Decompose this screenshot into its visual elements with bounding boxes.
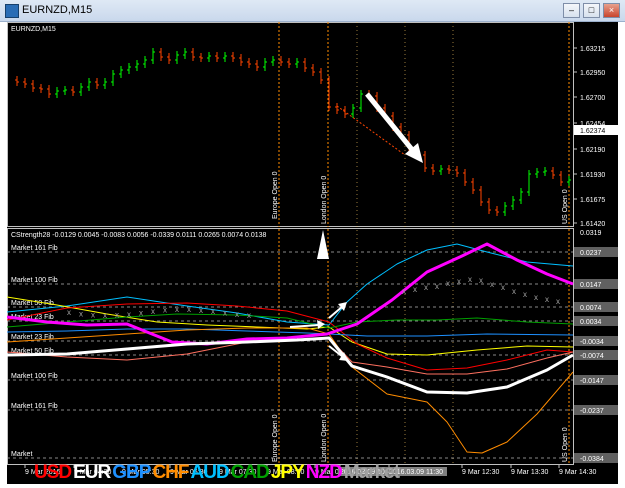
chart-window-icon — [5, 4, 19, 18]
fib-level-value: 0.0074 — [580, 305, 602, 312]
window-title: EURNZD,M15 — [22, 4, 93, 16]
market-marker: x — [556, 297, 560, 306]
title-bar[interactable]: EURNZD,M15 – □ × — [0, 0, 625, 22]
fib-level-value: -0.0074 — [580, 353, 604, 360]
nzd-strength-line — [7, 242, 574, 346]
market-marker: x — [435, 282, 439, 291]
main-pane-label: EURNZD,M15 — [11, 26, 56, 33]
market-marker: x — [402, 287, 406, 296]
session-label-indicator: US Open 0 — [562, 427, 569, 462]
fib-level-value: -0.0237 — [580, 408, 604, 415]
session-label-indicator: London Open 0 — [321, 414, 328, 462]
fib-level-value: -0.0384 — [580, 456, 604, 463]
eur-strength-line — [7, 336, 574, 395]
currency-label-cad: CAD — [230, 462, 270, 483]
chart-area[interactable]: EURNZD,M15 CStrength28 -0.0129 0.0045 -0… — [7, 22, 618, 484]
indicator-pane-label: CStrength28 -0.0129 0.0045 -0.0083 0.005… — [11, 232, 267, 239]
price-tick-label: 1.61930 — [580, 172, 605, 179]
white-arrow-left — [289, 324, 320, 328]
white-arrow-main — [365, 92, 416, 154]
time-tick-label: 9 Mar 13:30 — [511, 469, 548, 476]
currency-label-usd: USD — [34, 462, 72, 483]
aux-strength-line — [7, 337, 574, 375]
market-marker: x — [534, 293, 538, 302]
session-label-indicator: Europe Open 0 — [272, 414, 279, 462]
session-label-main: US Open 0 — [562, 189, 569, 224]
price-tick-label: 1.61420 — [580, 221, 605, 228]
market-marker: x — [151, 307, 155, 316]
market-marker: x — [512, 287, 516, 296]
currency-label-market: Market — [343, 462, 400, 483]
market-marker: x — [79, 309, 83, 318]
close-button[interactable]: × — [603, 3, 620, 18]
currency-label-chf: CHF — [152, 462, 189, 483]
current-price-label: 1.62374 — [580, 128, 605, 135]
gbp-strength-line — [7, 328, 574, 337]
indicator-top-value: 0.0319 — [580, 230, 602, 237]
time-tick-label: 9 Mar 12:30 — [462, 469, 499, 476]
market-marker: x — [479, 276, 483, 285]
time-tick-label: 9 Mar 14:30 — [559, 469, 596, 476]
price-tick-label: 1.62700 — [580, 95, 605, 102]
currency-label-aud: AUD — [190, 462, 230, 483]
price-tick-label: 1.62190 — [580, 147, 605, 154]
indicator-pane-border — [7, 228, 574, 465]
market-marker: x — [187, 305, 191, 314]
market-marker: x — [235, 310, 239, 319]
market-marker: x — [468, 275, 472, 284]
price-tick-label: 1.61675 — [580, 197, 605, 204]
fib-level-name: Market 161 Fib — [11, 245, 58, 252]
fib-level-name: Market 100 Fib — [11, 277, 58, 284]
currency-label-nzd: NZD — [305, 462, 343, 483]
fib-level-name: Market 161 Fib — [11, 403, 58, 410]
market-marker: x — [523, 290, 527, 299]
currency-label-eur: EUR — [73, 462, 111, 483]
fib-level-value: -0.0147 — [580, 378, 604, 385]
market-marker: x — [103, 311, 107, 320]
terminal-window: EURNZD,M15 – □ × EURNZD,M15 CStrength28 … — [0, 0, 625, 488]
white-arrow-up — [317, 230, 329, 259]
fib-level-name: Market 100 Fib — [11, 373, 58, 380]
session-label-main: Europe Open 0 — [272, 171, 279, 219]
market-marker: x — [211, 307, 215, 316]
market-marker: x — [67, 308, 71, 317]
market-marker: x — [247, 311, 251, 320]
currency-label-gbp: GBP — [112, 462, 151, 483]
market-marker: x — [501, 283, 505, 292]
market-marker: x — [175, 305, 179, 314]
market-marker: x — [424, 283, 428, 292]
price-tick-label: 1.62950 — [580, 70, 605, 77]
maximize-button[interactable]: □ — [583, 3, 600, 18]
fib-level-name: Market — [11, 451, 32, 458]
market-marker: x — [139, 308, 143, 317]
market-marker: x — [127, 310, 131, 319]
fib-level-value: 0.0147 — [580, 282, 602, 289]
price-tick-label: 1.63215 — [580, 46, 605, 53]
currency-legend: USD EUR GBP CHF AUD CAD JPY NZD Market — [34, 462, 401, 484]
fib-level-value: 0.0237 — [580, 250, 602, 257]
market-marker: x — [91, 311, 95, 320]
chart-canvas[interactable]: EURNZD,M15 CStrength28 -0.0129 0.0045 -0… — [7, 22, 618, 484]
market-marker: x — [199, 306, 203, 315]
market-marker: x — [115, 311, 119, 320]
session-label-main: London Open 0 — [321, 176, 328, 224]
fib-level-value: -0.0034 — [580, 339, 604, 346]
market-marker: x — [545, 295, 549, 304]
fib-level-value: 0.0034 — [580, 319, 602, 326]
minimize-button[interactable]: – — [563, 3, 580, 18]
main-pane-border — [7, 22, 574, 227]
market-marker: x — [413, 285, 417, 294]
market-marker: x — [457, 277, 461, 286]
market-marker: x — [223, 309, 227, 318]
market-marker: x — [163, 306, 167, 315]
market-marker: x — [490, 280, 494, 289]
market-marker: x — [446, 279, 450, 288]
currency-label-jpy: JPY — [270, 462, 305, 483]
